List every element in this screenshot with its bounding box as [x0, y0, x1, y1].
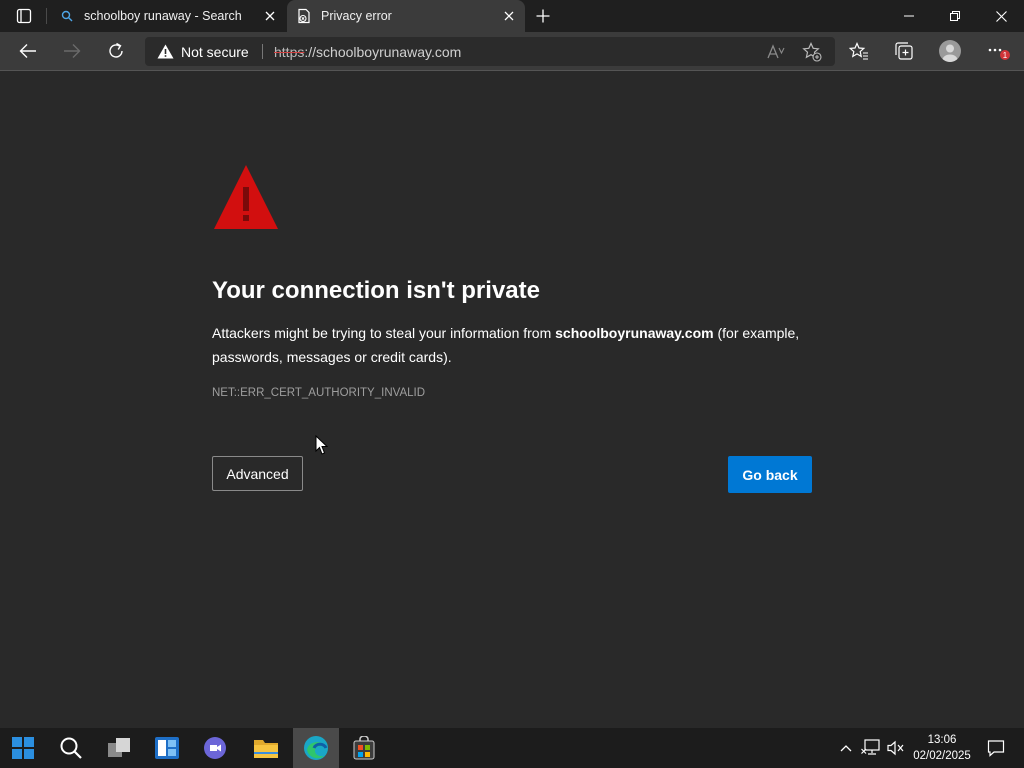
- settings-menu-button[interactable]: 1: [982, 36, 1014, 66]
- network-icon: [861, 739, 880, 755]
- read-aloud-icon: [767, 44, 785, 59]
- clock-date: 02/02/2025: [913, 750, 971, 762]
- mouse-cursor-icon: [315, 435, 329, 455]
- taskbar-search-button[interactable]: [48, 728, 94, 768]
- profile-button[interactable]: [934, 36, 966, 66]
- new-tab-button[interactable]: [531, 4, 555, 28]
- chevron-up-icon: [840, 745, 852, 752]
- search-icon: [59, 8, 75, 24]
- warning-icon: [157, 44, 174, 59]
- forward-button[interactable]: [56, 36, 88, 66]
- url-host: ://schoolboyrunaway.com: [304, 43, 462, 60]
- close-icon: [995, 10, 1007, 22]
- desc-prefix: Attackers might be trying to steal your …: [212, 325, 556, 341]
- tab-actions-button[interactable]: [8, 4, 40, 28]
- task-view-icon: [108, 738, 130, 757]
- security-label: Not secure: [181, 43, 249, 60]
- restore-icon: [950, 11, 960, 21]
- avatar: [939, 40, 961, 62]
- clock-time: 13:06: [927, 734, 957, 746]
- desc-domain: schoolboyrunaway.com: [555, 325, 714, 341]
- store-button[interactable]: [341, 728, 387, 768]
- tab-separator: [46, 8, 47, 24]
- notification-count: 1: [1003, 51, 1008, 60]
- system-clock[interactable]: 13:06 02/02/2025: [906, 728, 978, 768]
- notification-center-button[interactable]: [982, 728, 1010, 768]
- tab-bar: schoolboy runaway - Search Privacy error: [0, 0, 1024, 32]
- tab-actions-icon: [16, 8, 32, 24]
- read-aloud-button[interactable]: [763, 39, 789, 65]
- add-favorite-button[interactable]: [799, 39, 825, 65]
- edge-taskbar-button[interactable]: [293, 728, 339, 768]
- collections-icon: [895, 42, 913, 60]
- star-add-icon: [802, 42, 822, 62]
- start-button[interactable]: [0, 728, 46, 768]
- favorites-icon: [849, 42, 868, 60]
- volume-button[interactable]: [884, 728, 908, 768]
- tab-privacy-error[interactable]: Privacy error: [287, 0, 525, 32]
- more-icon: 1: [988, 48, 1010, 60]
- chat-button[interactable]: [192, 728, 238, 768]
- close-tab-button[interactable]: [497, 4, 521, 28]
- close-icon: [265, 11, 275, 21]
- broken-page-icon: [296, 8, 312, 24]
- url-text[interactable]: https://schoolboyrunaway.com: [274, 37, 461, 66]
- collections-button[interactable]: [888, 36, 920, 66]
- minimize-icon: [904, 15, 914, 17]
- plus-icon: [536, 9, 550, 23]
- go-back-button[interactable]: Go back: [728, 456, 812, 493]
- favorites-button[interactable]: [843, 36, 875, 66]
- url-scheme: https: [274, 43, 305, 60]
- refresh-icon: [109, 42, 123, 58]
- restore-button[interactable]: [932, 0, 978, 32]
- advanced-button[interactable]: Advanced: [212, 456, 303, 491]
- close-tab-button[interactable]: [258, 4, 282, 28]
- tab-title: schoolboy runaway - Search: [84, 9, 242, 23]
- store-icon: [353, 736, 375, 760]
- search-icon: [60, 737, 82, 759]
- error-description: Attackers might be trying to steal your …: [212, 321, 812, 369]
- page-title: Your connection isn't private: [212, 277, 540, 304]
- widgets-button[interactable]: [144, 728, 190, 768]
- file-explorer-button[interactable]: [243, 728, 289, 768]
- taskbar: 13:06 02/02/2025: [0, 728, 1024, 768]
- volume-muted-icon: [887, 740, 904, 756]
- refresh-button[interactable]: [100, 36, 132, 66]
- address-separator: [262, 44, 263, 59]
- address-bar[interactable]: Not secure https://schoolboyrunaway.com: [145, 37, 835, 66]
- tab-search[interactable]: schoolboy runaway - Search: [50, 0, 286, 32]
- edge-icon: [304, 736, 328, 760]
- page-content: Your connection isn't private Attackers …: [0, 71, 1024, 716]
- widgets-icon: [155, 737, 179, 759]
- arrow-left-icon: [19, 44, 36, 58]
- show-hidden-icons-button[interactable]: [836, 728, 856, 768]
- security-indicator[interactable]: Not secure: [157, 37, 249, 66]
- warning-icon: [214, 165, 278, 229]
- back-button[interactable]: [12, 36, 44, 66]
- error-code[interactable]: NET::ERR_CERT_AUTHORITY_INVALID: [212, 387, 425, 399]
- arrow-right-icon: [64, 44, 81, 58]
- file-explorer-icon: [254, 740, 278, 758]
- minimize-button[interactable]: [886, 0, 932, 32]
- task-view-button[interactable]: [96, 728, 142, 768]
- chat-icon: [204, 737, 226, 759]
- close-icon: [504, 11, 514, 21]
- browser-toolbar: Not secure https://schoolboyrunaway.com …: [0, 32, 1024, 71]
- notification-icon: [987, 740, 1005, 757]
- close-window-button[interactable]: [978, 0, 1024, 32]
- tab-title: Privacy error: [321, 9, 392, 23]
- network-status-button[interactable]: [858, 728, 884, 768]
- start-icon: [12, 737, 34, 759]
